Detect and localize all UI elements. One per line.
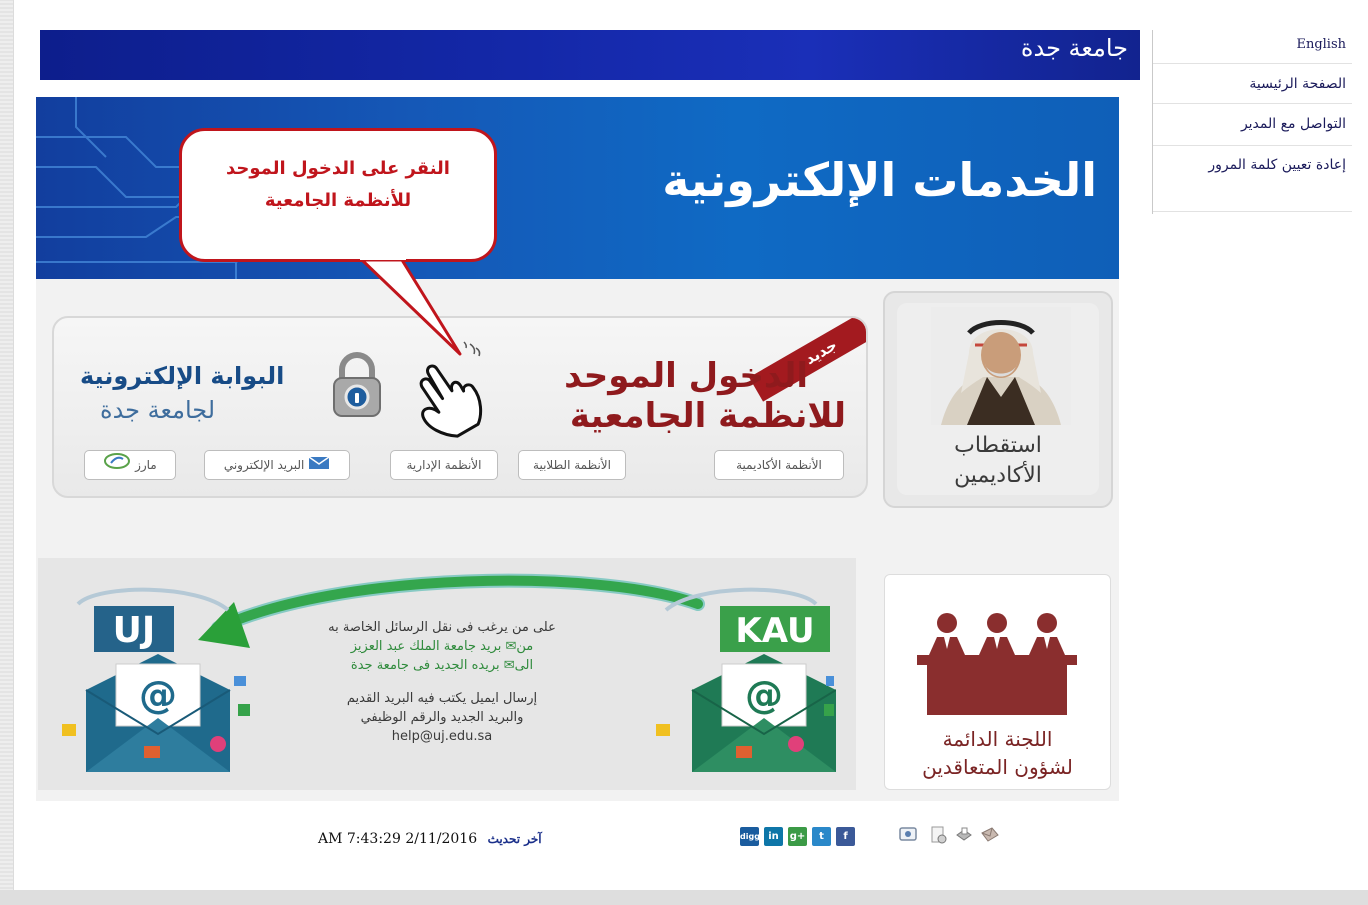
email-share-icon[interactable] [980, 825, 1000, 845]
callout-pointer [360, 254, 462, 356]
email-text-line-5: والبريد الجديد والرقم الوظيفي [360, 710, 524, 725]
last-update-value: AM 7:43:29 2/11/2016 [318, 831, 478, 847]
print-icon[interactable] [954, 825, 974, 845]
sidebar-item-home[interactable]: الصفحة الرئيسية [1153, 64, 1352, 104]
email-text-line-1: على من يرغب فى نقل الرسائل الخاصة به [328, 620, 556, 635]
uj-envelope-icon: UJ @ [62, 587, 250, 772]
committee-line-2: لشؤون المتعاقدين [922, 755, 1073, 779]
academic-systems-button[interactable]: الأنظمة الأكاديمية [714, 450, 844, 480]
student-systems-button[interactable]: الأنظمة الطلابية [518, 450, 626, 480]
kau-at-symbol: @ [745, 673, 783, 717]
recruitment-inner: استقطاب الأكاديمين [897, 303, 1099, 495]
committee-icon [917, 613, 1077, 715]
site-title: جامعة جدة [1020, 34, 1128, 62]
header-bar: جامعة جدة [40, 30, 1140, 80]
recruitment-line-2: الأكاديمين [954, 463, 1042, 488]
email-text-line-4: إرسال ايميل يكتب فيه البريد القديم [346, 691, 538, 706]
linkedin-icon[interactable]: in [764, 827, 783, 846]
administrative-systems-button[interactable]: الأنظمة الإدارية [390, 450, 498, 480]
facebook-icon[interactable]: f [836, 827, 855, 846]
document-icon[interactable] [928, 825, 948, 845]
page: جامعة جدة English الصفحة الرئيسية التواص… [0, 0, 1368, 905]
portal-title-line-1: البوابة الإلكترونية [80, 362, 285, 390]
callout-line-2: للأنظمة الجامعية [264, 190, 412, 211]
uj-logo-text: UJ [113, 610, 156, 651]
marz-button[interactable]: مارز [84, 450, 176, 480]
sidebar-nav: English الصفحة الرئيسية التواصل مع المدي… [1152, 30, 1352, 214]
sso-portal-card[interactable]: جديد الدخول الموحد للانظمة الجامعية البو… [52, 316, 868, 498]
callout-text: النقر على الدخول الموحد للأنظمة الجامعية [182, 153, 494, 217]
sidebar-item-reset-password[interactable]: إعادة تعيين كلمة المرور [1153, 146, 1352, 212]
email-text-spacer [252, 675, 632, 689]
email-text-line-2: من✉ بريد جامعة الملك عبد العزيز [350, 639, 534, 654]
google-plus-icon[interactable]: g+ [788, 827, 807, 846]
left-margin [14, 0, 34, 890]
callout-line-1: النقر على الدخول الموحد [226, 158, 450, 179]
sidebar-item-english[interactable]: English [1153, 30, 1352, 64]
marz-logo-icon [103, 452, 131, 480]
last-update-label: آخر تحديث [487, 832, 542, 846]
email-migration-instructions: على من يرغب فى نقل الرسائل الخاصة به من✉… [252, 618, 632, 746]
display-icon[interactable] [898, 825, 918, 845]
contractors-committee-card[interactable]: اللجنة الدائمة لشؤون المتعاقدين [884, 574, 1111, 790]
kau-envelope-icon: KAU @ [656, 587, 836, 772]
digg-icon[interactable]: digg [740, 827, 760, 846]
bottom-bar [0, 890, 1368, 905]
email-label: البريد الإلكتروني [223, 458, 305, 472]
committee-label: اللجنة الدائمة لشؤون المتعاقدين [885, 725, 1110, 781]
sidebar-item-contact-director[interactable]: التواصل مع المدير [1153, 104, 1352, 146]
email-button[interactable]: البريد الإلكتروني [204, 450, 350, 480]
twitter-icon[interactable]: t [812, 827, 831, 846]
portal-quick-links: مارز البريد الإلكتروني الأنظمة الإدارية … [84, 450, 844, 480]
instruction-callout: النقر على الدخول الموحد للأنظمة الجامعية [179, 128, 497, 262]
envelope-icon [308, 452, 330, 480]
uj-at-symbol: @ [139, 673, 177, 717]
recruitment-line-1: استقطاب [954, 433, 1042, 458]
kau-logo-text: KAU [735, 611, 814, 651]
hero-title: الخدمات الإلكترونية [662, 153, 1097, 207]
last-update: AM 7:43:29 2/11/2016 آخر تحديث [318, 831, 542, 847]
recruitment-label: استقطاب الأكاديمين [897, 431, 1099, 491]
email-migration-banner[interactable]: UJ @ KAU @ على من يرغب فى نقل الرسائل ال… [38, 558, 856, 790]
portrait-image [931, 307, 1071, 425]
marz-label: مارز [135, 458, 157, 472]
left-edge-strip [0, 0, 14, 905]
academic-recruitment-card[interactable]: استقطاب الأكاديمين [883, 291, 1113, 508]
help-email-address: help@uj.edu.sa [391, 729, 493, 744]
sso-title-line-2[interactable]: للانظمة الجامعية [570, 396, 846, 436]
sso-title-line-1[interactable]: الدخول الموحد [564, 356, 808, 396]
portal-title-line-2: لجامعة جدة [100, 396, 216, 424]
email-text-line-3: الى✉ بريده الجديد فى جامعة جدة [350, 658, 534, 673]
committee-line-1: اللجنة الدائمة [942, 727, 1053, 751]
